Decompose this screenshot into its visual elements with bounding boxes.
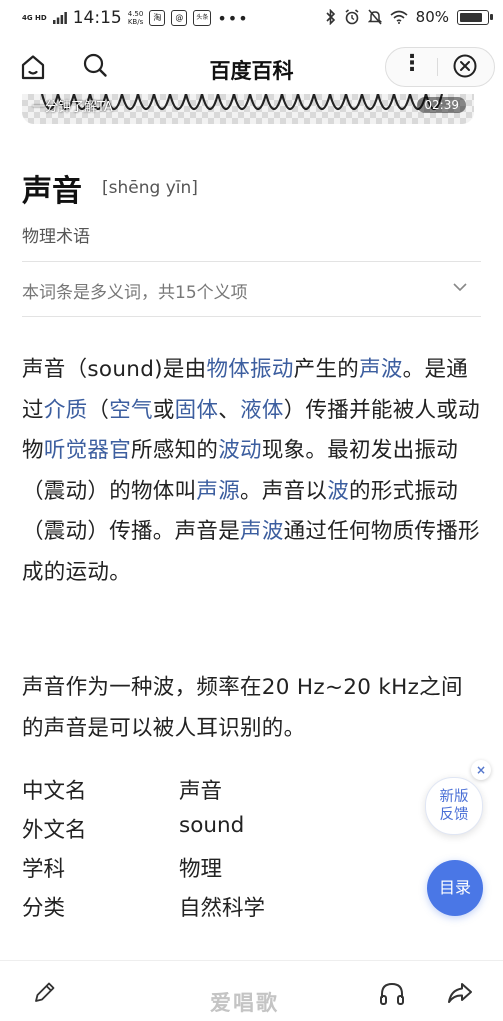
inline-link[interactable]: 波动 bbox=[218, 438, 262, 463]
capsule-divider bbox=[437, 58, 438, 76]
more-notifications-icon: ••• bbox=[217, 8, 249, 28]
info-row: 外文名 sound bbox=[22, 813, 422, 851]
video-duration: 02:39 bbox=[417, 97, 466, 113]
close-button[interactable] bbox=[450, 51, 480, 81]
info-value: 自然科学 bbox=[179, 896, 266, 921]
edit-button[interactable] bbox=[30, 979, 58, 1007]
clock: 14:15 bbox=[72, 8, 122, 28]
pencil-icon bbox=[35, 982, 55, 1002]
mail-notification-icon: @ bbox=[171, 10, 188, 26]
headphones-icon bbox=[380, 982, 404, 1005]
inline-link[interactable]: 波 bbox=[327, 479, 349, 504]
paragraph-text: 所感知的 bbox=[131, 438, 219, 463]
inline-link[interactable]: 声源 bbox=[196, 479, 240, 504]
entry-title: 声音 bbox=[22, 174, 82, 209]
paragraph-text: 产生的 bbox=[293, 357, 360, 382]
entry-pinyin: [shēng yīn] bbox=[102, 178, 198, 198]
taobao-notification-icon: 淘 bbox=[149, 10, 166, 26]
paragraph-text: 、 bbox=[218, 397, 241, 423]
watermark-text: 爱唱歌 bbox=[210, 991, 279, 1015]
info-row: 分类 自然科学 bbox=[22, 891, 422, 929]
polysemy-selector[interactable]: 本词条是多义词，共15个义项 bbox=[22, 262, 481, 316]
inline-link[interactable]: 液体 bbox=[240, 398, 284, 423]
battery-level-fill bbox=[460, 12, 482, 22]
polysemy-label: 本词条是多义词，共15个义项 bbox=[22, 283, 248, 303]
info-key: 中文名 bbox=[22, 779, 87, 804]
battery-percent: 80% bbox=[415, 8, 449, 26]
entry-subtitle: 物理术语 bbox=[22, 227, 90, 247]
inline-link[interactable]: 声波 bbox=[359, 357, 403, 382]
more-vertical-icon: ⋮ bbox=[401, 51, 423, 76]
video-caption: 一分钟了解TA bbox=[32, 100, 113, 115]
signal-icon bbox=[52, 12, 67, 24]
paragraph-text: （ bbox=[87, 397, 110, 423]
info-row: 学科 物理 bbox=[22, 852, 422, 890]
toutiao-notification-icon: 头条 bbox=[193, 10, 212, 26]
info-value: 物理 bbox=[179, 857, 223, 882]
bluetooth-icon bbox=[326, 9, 335, 25]
battery-icon bbox=[457, 9, 493, 25]
chevron-down-icon bbox=[453, 283, 467, 292]
bottom-toolbar: 爱唱歌 bbox=[0, 960, 503, 1021]
network-indicator: 4G HD bbox=[22, 14, 47, 22]
alarm-icon bbox=[345, 9, 359, 25]
paragraph-text: 或 bbox=[152, 397, 175, 423]
feedback-close-button[interactable]: × bbox=[471, 760, 491, 780]
summary-paragraph-2: 声音作为一种波，频率在20 Hz~20 kHz之间的声音是可以被人耳识别的。 bbox=[22, 675, 463, 741]
status-bar: 4G HD 14:15 4.50 KB/s 淘 @ 头条 ••• 80% bbox=[0, 0, 503, 38]
info-key: 外文名 bbox=[22, 818, 87, 843]
info-row: 中文名 声音 bbox=[22, 774, 422, 812]
info-value: 声音 bbox=[179, 779, 223, 804]
share-arrow-icon bbox=[448, 983, 472, 1003]
info-key: 学科 bbox=[22, 857, 66, 882]
video-player[interactable]: 一分钟了解TA 02:39 bbox=[22, 94, 474, 124]
table-of-contents-button[interactable]: 目录 bbox=[427, 860, 483, 916]
wifi-icon bbox=[390, 10, 408, 24]
inline-link[interactable]: 介质 bbox=[44, 398, 88, 423]
new-version-feedback-button[interactable]: 新版 反馈 bbox=[425, 777, 483, 835]
info-key: 分类 bbox=[22, 896, 66, 921]
listen-button[interactable] bbox=[377, 979, 407, 1009]
network-speed: 4.50 KB/s bbox=[127, 10, 144, 26]
inline-link[interactable]: 物体振动 bbox=[206, 357, 293, 382]
mute-icon bbox=[367, 9, 382, 25]
inline-link[interactable]: 空气 bbox=[109, 398, 153, 423]
inline-link[interactable]: 固体 bbox=[175, 398, 219, 423]
paragraph-text: 。声音以 bbox=[240, 478, 328, 504]
close-circle-icon bbox=[453, 54, 477, 78]
inline-link[interactable]: 听觉器官 bbox=[44, 438, 131, 463]
paragraph-text: 声音（sound)是由 bbox=[22, 357, 207, 382]
info-value: sound bbox=[179, 813, 245, 838]
share-button[interactable] bbox=[445, 978, 475, 1008]
feedback-label-line2: 反馈 bbox=[439, 807, 469, 823]
summary-paragraph: 声音（sound)是由物体振动产生的声波。是通过介质（空气或固体、液体）传播并能… bbox=[22, 350, 484, 593]
feedback-label-line1: 新版 bbox=[439, 789, 469, 805]
divider bbox=[22, 316, 481, 317]
top-nav-bar: 百度百科 ⋮ bbox=[0, 38, 503, 94]
inline-link[interactable]: 声波 bbox=[240, 519, 284, 544]
more-menu-button[interactable]: ⋮ bbox=[398, 52, 426, 80]
